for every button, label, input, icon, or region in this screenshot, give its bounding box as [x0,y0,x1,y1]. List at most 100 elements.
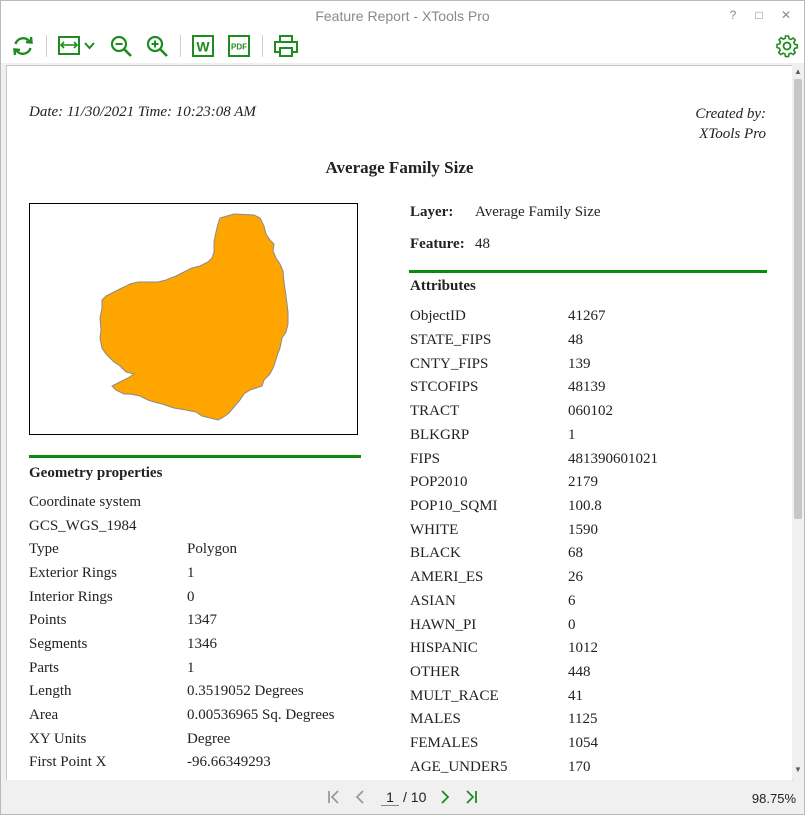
help-button[interactable]: ? [724,6,742,24]
geometry-properties-list: Type Polygon Exterior Rings 1 Interior Rin… [29,541,369,780]
attribute-value: 060102 [568,403,613,419]
prev-page-button[interactable] [349,786,371,808]
geometry-section-title: Geometry properties [29,465,163,481]
property-value: Polygon [187,541,238,557]
title-bar: Feature Report - XTools Pro ? □ ✕ [1,1,804,31]
geometry-divider [29,455,361,458]
scroll-down-icon[interactable]: ▼ [794,765,802,775]
attribute-name: STCOFIPS [410,379,479,395]
list-item: WHITE 1590 [410,522,770,544]
pdf-label: PDF [231,43,247,52]
list-item: Parts 1 [29,660,369,682]
list-item: POP10_SQMI 100.8 [410,498,770,520]
page-total: / 10 [403,789,427,805]
list-item: Points 1347 [29,612,369,634]
attribute-name: AMERI_ES [410,569,484,585]
attributes-list: ObjectID 41267 STATE_FIPS 48 CNTY_FIPS 139 … [410,308,770,780]
attributes-divider [409,270,767,273]
word-label: W [196,39,210,55]
property-value: 1347 [187,612,217,628]
zoom-out-button[interactable] [108,33,134,59]
attribute-value: 0 [568,617,576,633]
scroll-up-icon[interactable]: ▲ [794,67,802,77]
attribute-value: 100.8 [568,498,602,514]
attribute-name: BLACK [410,545,461,561]
page-width-button[interactable] [56,33,98,59]
attribute-name: POP2010 [410,474,468,490]
list-item: POP2010 2179 [410,474,770,496]
page-number-input[interactable] [381,788,399,806]
pdf-export-icon: PDF [228,35,250,57]
toolbar: W PDF [1,31,804,63]
attribute-name: HAWN_PI [410,617,477,633]
zoom-in-icon [146,35,168,57]
attribute-value: 48139 [568,379,606,395]
list-item: Segments 1346 [29,636,369,658]
coordinate-system-value: GCS_WGS_1984 [29,518,137,534]
list-item: HAWN_PI 0 [410,617,770,639]
prev-page-icon [355,790,364,804]
attribute-name: FIPS [410,451,441,467]
list-item: CNTY_FIPS 139 [410,356,770,378]
list-item: ASIAN 6 [410,593,770,615]
list-item: Exterior Rings 1 [29,565,369,587]
feature-report-window: Feature Report - XTools Pro ? □ ✕ W PDF … [0,0,805,815]
attribute-name: AGE_UNDER5 [410,759,508,775]
list-item: MALES 1125 [410,711,770,733]
page-width-icon [58,36,95,55]
attribute-name: BLKGRP [410,427,470,443]
list-item: Area 0.00536965 Sq. Degrees [29,707,369,729]
attribute-value: 26 [568,569,583,585]
coordinate-system-label: Coordinate system [29,494,142,510]
last-page-icon [466,790,478,804]
attribute-value: 48 [568,332,583,348]
status-bar: / 10 98.75% [1,780,804,814]
attribute-value: 1054 [568,735,598,751]
property-name: Length [29,683,72,699]
export-word-button[interactable]: W [190,33,216,59]
list-item: OTHER 448 [410,664,770,686]
attribute-value: 41267 [568,308,606,324]
last-page-button[interactable] [460,786,482,808]
export-pdf-button[interactable]: PDF [226,33,252,59]
list-item: BLACK 68 [410,545,770,567]
report-date: Date: 11/30/2021 Time: 10:23:08 AM [29,104,256,120]
property-name: Area [29,707,59,723]
next-page-button[interactable] [434,786,456,808]
first-page-icon [328,790,339,804]
toolbar-separator [46,35,47,57]
created-by: Created by: XTools Pro [695,104,766,144]
list-item: STCOFIPS 48139 [410,379,770,401]
list-item: ObjectID 41267 [410,308,770,330]
feature-polygon [99,213,289,421]
report-viewer[interactable]: Date: 11/30/2021 Time: 10:23:08 AM Creat… [6,65,793,781]
attribute-value: 68 [568,545,583,561]
attribute-value: 1590 [568,522,598,538]
refresh-button[interactable] [10,33,36,59]
settings-button[interactable] [774,33,800,59]
scroll-thumb[interactable] [794,79,802,519]
property-name: Points [29,612,67,628]
property-name: First Point X [29,754,107,770]
maximize-button[interactable]: □ [750,6,768,24]
attribute-value: 6 [568,593,576,609]
first-page-button[interactable] [323,786,345,808]
attribute-name: FEMALES [410,735,479,751]
print-button[interactable] [272,33,300,59]
property-name: Parts [29,660,59,676]
list-item: FEMALES 1054 [410,735,770,757]
close-button[interactable]: ✕ [777,6,795,24]
window-title: Feature Report - XTools Pro [315,8,490,24]
zoom-in-button[interactable] [144,33,170,59]
attribute-name: POP10_SQMI [410,498,498,514]
attribute-value: 170 [568,759,591,775]
list-item: MULT_RACE 41 [410,688,770,710]
attribute-name: CNTY_FIPS [410,356,489,372]
attribute-name: MALES [410,711,461,727]
attribute-value: 448 [568,664,591,680]
property-value: -96.66349293 [187,754,271,770]
vertical-scrollbar[interactable]: ▲ ▼ [792,65,804,779]
zoom-level[interactable]: 98.75% [752,791,796,806]
zoom-out-icon [110,35,132,57]
word-export-icon: W [192,35,214,57]
